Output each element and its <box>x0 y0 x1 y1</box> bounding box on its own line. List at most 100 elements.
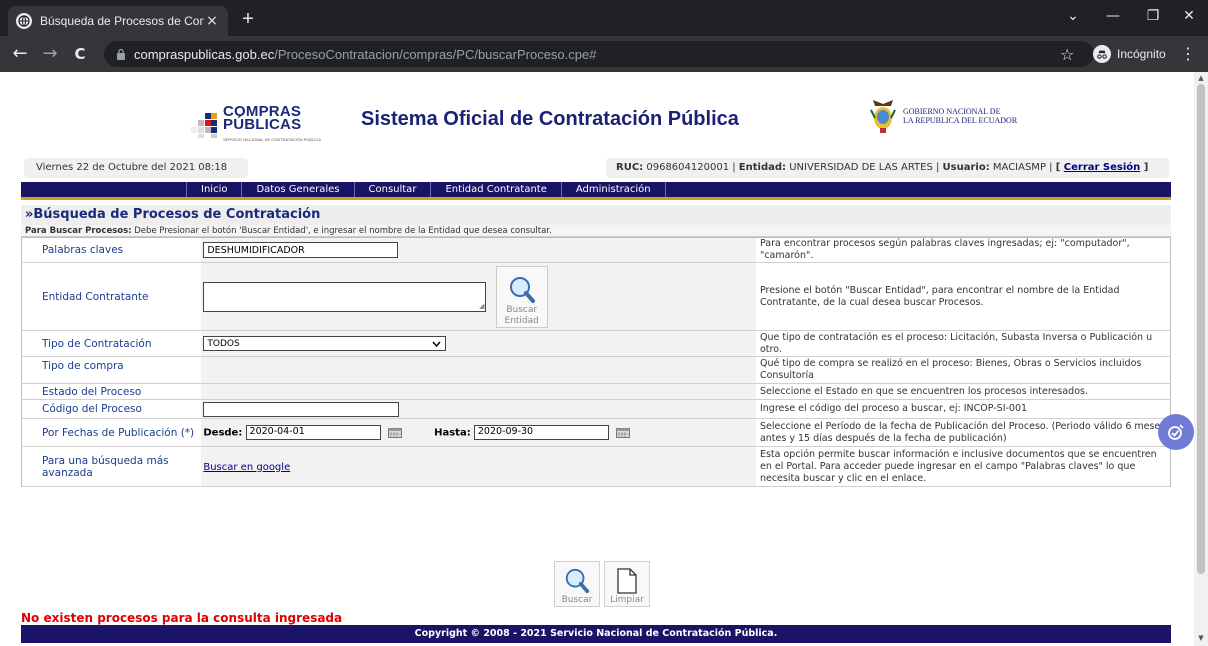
page-scrollbar[interactable]: ▲ ▼ <box>1194 72 1208 646</box>
ruc-value: 0968604120001 | <box>643 162 739 173</box>
usuario-label: Usuario: <box>942 162 990 173</box>
logo-mosaic-icon <box>191 112 219 139</box>
tab-title: Búsqueda de Procesos de Contra <box>40 14 204 28</box>
tipo-contratacion-cell: TODOS <box>201 330 756 357</box>
page-footer: Copyright © 2008 - 2021 Servicio Naciona… <box>21 625 1171 643</box>
menu-item-inicio[interactable]: Inicio <box>186 182 243 197</box>
entidad-label: Entidad Contratante <box>21 262 202 331</box>
hasta-input[interactable]: 2020-09-30 <box>473 425 609 440</box>
menu-item-entidad-contratante[interactable]: Entidad Contratante <box>431 182 562 197</box>
buscar-button[interactable]: Buscar <box>554 561 600 607</box>
page-viewport: COMPRAS PÚBLICAS SERVICIO NACIONAL DE CO… <box>0 72 1194 646</box>
tipo-contratacion-value: TODOS <box>207 338 240 349</box>
form-row-fechas: Por Fechas de Publicación (*) Desde: 202… <box>21 418 1171 447</box>
logo-tagline: SERVICIO NACIONAL DE CONTRATACIÓN PÚBLIC… <box>223 137 321 142</box>
entidad-textarea[interactable]: ◢ <box>203 281 487 312</box>
form-row-estado: Estado del Proceso Seleccione el Estado … <box>21 383 1171 400</box>
lock-icon <box>117 48 125 60</box>
browser-menu-icon[interactable]: ⋮ <box>1180 44 1196 63</box>
form-row-tipo-compra: Tipo de compra Qué tipo de compra se rea… <box>21 356 1171 384</box>
estado-label: Estado del Proceso <box>21 383 202 400</box>
tab-search-chevron-icon[interactable]: ⌄ <box>1058 8 1088 24</box>
menu-item-datos-generales[interactable]: Datos Generales <box>242 182 355 197</box>
tipo-contratacion-label: Tipo de Contratación <box>21 330 202 357</box>
palabras-input[interactable] <box>203 242 399 258</box>
incognito-indicator[interactable]: Incógnito <box>1093 43 1166 65</box>
codigo-help: Ingrese el código del proceso a buscar, … <box>755 399 1171 419</box>
browser-tabstrip: Búsqueda de Procesos de Contra × + ⌄ — ❐… <box>0 0 1208 36</box>
scroll-down-icon[interactable]: ▼ <box>1197 634 1205 642</box>
bookmark-star-icon[interactable]: ☆ <box>1060 45 1074 64</box>
buscar-entidad-button[interactable]: Buscar Entidad <box>495 265 548 328</box>
current-date: Viernes 22 de Octubre del 2021 08:18 <box>24 158 248 178</box>
calendar-icon[interactable] <box>616 427 631 438</box>
form-actions: Buscar Limpiar <box>554 561 654 607</box>
limpiar-label: Limpiar <box>610 595 644 605</box>
search-form: Palabras claves Para encontrar procesos … <box>21 237 1171 487</box>
desde-label: Desde: <box>203 427 243 439</box>
gob-line1: GOBIERNO NACIONAL DE <box>903 107 1001 116</box>
limpiar-button[interactable]: Limpiar <box>604 561 650 607</box>
fechas-label: Por Fechas de Publicación (*) <box>21 418 202 447</box>
fechas-help: Seleccione el Período de la fecha de Pub… <box>755 418 1171 447</box>
entidad-help: Presione el botón "Buscar Entidad", para… <box>755 262 1171 331</box>
hasta-label: Hasta: <box>434 427 471 439</box>
session-infobar: Viernes 22 de Octubre del 2021 08:18 RUC… <box>21 150 1171 182</box>
magnifier-icon <box>565 568 590 594</box>
menu-item-administracion[interactable]: Administración <box>562 182 666 197</box>
instruction-body: Debe Presionar el botón 'Buscar Entidad'… <box>131 226 552 236</box>
codigo-input[interactable] <box>203 401 400 417</box>
form-row-codigo: Código del Proceso Ingrese el código del… <box>21 399 1171 419</box>
estado-help: Seleccione el Estado en que se encuentre… <box>755 383 1171 400</box>
tab-close-icon[interactable]: × <box>204 13 220 29</box>
blank-page-icon <box>617 568 637 594</box>
close-window-button[interactable]: ✕ <box>1174 8 1204 24</box>
new-tab-button[interactable]: + <box>236 8 260 32</box>
avanzada-cell: Buscar en google <box>201 446 756 487</box>
google-search-link[interactable]: Buscar en google <box>203 462 290 473</box>
form-row-entidad: Entidad Contratante ◢ Buscar Entidad Pre… <box>21 262 1171 331</box>
logout-bracket-open: [ <box>1055 162 1064 173</box>
instruction-text: Para Buscar Procesos: Debe Presionar el … <box>21 225 1171 237</box>
back-button[interactable]: ← <box>8 42 32 66</box>
compras-publicas-logo[interactable]: COMPRAS PÚBLICAS SERVICIO NACIONAL DE CO… <box>191 104 321 146</box>
ruc-label: RUC: <box>616 162 644 173</box>
logout-bracket-close: ] <box>1140 162 1149 173</box>
minimize-button[interactable]: — <box>1098 8 1128 24</box>
entidad-label: Entidad: <box>738 162 787 173</box>
estado-cell <box>201 383 756 400</box>
tipo-contratacion-select[interactable]: TODOS <box>203 336 447 351</box>
globe-icon <box>16 13 32 29</box>
main-menu: Inicio Datos Generales Consultar Entidad… <box>21 182 1171 200</box>
menu-item-consultar[interactable]: Consultar <box>355 182 432 197</box>
form-row-tipo-contratacion: Tipo de Contratación TODOS Que tipo de c… <box>21 330 1171 357</box>
palabras-help: Para encontrar procesos según palabras c… <box>755 237 1171 263</box>
reload-button[interactable]: C <box>68 42 92 66</box>
coat-of-arms-icon <box>870 100 896 133</box>
address-bar[interactable]: compraspublicas.gob.ec/ProcesoContrataci… <box>104 41 1094 67</box>
scroll-thumb[interactable] <box>1197 84 1205 574</box>
no-results-message: No existen procesos para la consulta ing… <box>21 611 343 625</box>
form-row-avanzada: Para una búsqueda más avanzada Buscar en… <box>21 446 1171 487</box>
tipo-compra-help: Qué tipo de compra se realizó en el proc… <box>755 356 1171 384</box>
entidad-value: UNIVERSIDAD DE LAS ARTES | <box>786 162 943 173</box>
forward-button[interactable]: → <box>38 42 62 66</box>
assistant-floating-button[interactable] <box>1158 414 1194 450</box>
desde-input[interactable]: 2020-04-01 <box>245 425 381 440</box>
logout-link[interactable]: Cerrar Sesión <box>1064 162 1141 173</box>
calendar-icon[interactable] <box>387 427 402 438</box>
gobierno-logo: GOBIERNO NACIONAL DE LA REPUBLICA DEL EC… <box>869 98 1017 134</box>
browser-toolbar: ← → C compraspublicas.gob.ec/ProcesoCont… <box>0 36 1208 72</box>
scroll-up-icon[interactable]: ▲ <box>1197 74 1205 82</box>
logo-line2: PÚBLICAS <box>223 116 302 133</box>
user-info: RUC: 0968604120001 | Entidad: UNIVERSIDA… <box>606 158 1169 178</box>
tipo-compra-cell <box>201 356 756 384</box>
restore-button[interactable]: ❐ <box>1138 8 1168 24</box>
site-title: Sistema Oficial de Contratación Pública <box>361 108 739 130</box>
codigo-cell <box>201 399 756 419</box>
avanzada-help: Esta opción permite buscar información e… <box>755 446 1171 487</box>
avanzada-label: Para una búsqueda más avanzada <box>21 446 202 487</box>
browser-tab[interactable]: Búsqueda de Procesos de Contra × <box>8 6 228 36</box>
page-title: »Búsqueda de Procesos de Contratación <box>21 205 1171 225</box>
menu-filler <box>666 182 1171 197</box>
